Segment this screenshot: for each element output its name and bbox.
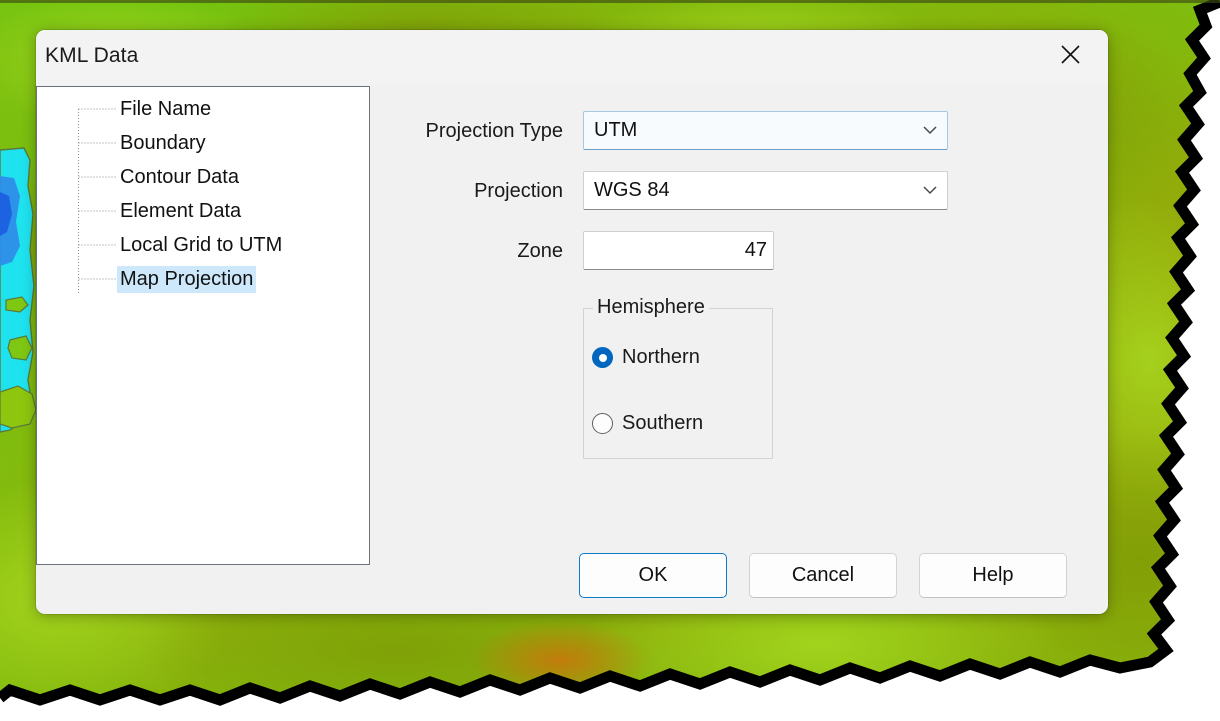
kml-sections-tree[interactable]: File Name Boundary Contour Data Element … bbox=[36, 86, 370, 565]
tree-item-file-name[interactable]: File Name bbox=[117, 96, 214, 123]
projection-type-dropdown[interactable]: UTM bbox=[583, 111, 948, 150]
radio-southern[interactable]: Southern bbox=[592, 412, 703, 435]
projection-dropdown[interactable]: WGS 84 bbox=[583, 171, 948, 210]
dialog-titlebar: KML Data bbox=[36, 30, 1108, 85]
tree-connector-lines bbox=[78, 108, 117, 293]
tree-item-label: Map Projection bbox=[120, 268, 254, 290]
tree-item-label: Contour Data bbox=[120, 166, 239, 188]
tree-item-label: Local Grid to UTM bbox=[120, 234, 283, 256]
projection-type-value: UTM bbox=[594, 119, 638, 141]
hemisphere-legend-label: Hemisphere bbox=[593, 296, 709, 319]
cancel-button[interactable]: Cancel bbox=[749, 553, 897, 598]
tree-item-element-data[interactable]: Element Data bbox=[117, 198, 244, 225]
close-icon[interactable] bbox=[1041, 30, 1099, 78]
page-title: KML Data bbox=[45, 44, 139, 67]
help-button[interactable]: Help bbox=[919, 553, 1067, 598]
tree-item-label: Element Data bbox=[120, 200, 242, 222]
radio-northern[interactable]: Northern bbox=[592, 346, 700, 369]
chevron-down-icon bbox=[913, 126, 947, 135]
kml-data-dialog: KML Data File Name Boundary Contour Data… bbox=[36, 30, 1108, 614]
tree-item-label: File Name bbox=[120, 98, 212, 120]
tree-item-contour-data[interactable]: Contour Data bbox=[117, 164, 242, 191]
tree-item-label: Boundary bbox=[120, 132, 206, 154]
projection-label: Projection bbox=[474, 180, 563, 202]
chevron-down-icon bbox=[913, 186, 947, 195]
screen: KML Data File Name Boundary Contour Data… bbox=[0, 0, 1220, 721]
zone-input[interactable]: 47 bbox=[583, 231, 774, 270]
tree-item-boundary[interactable]: Boundary bbox=[117, 130, 209, 157]
radio-selected-icon bbox=[592, 347, 613, 368]
radio-unselected-icon bbox=[592, 413, 613, 434]
tree-item-local-grid-to-utm[interactable]: Local Grid to UTM bbox=[117, 232, 285, 259]
zone-label: Zone bbox=[517, 240, 563, 262]
hemisphere-groupbox bbox=[583, 308, 773, 459]
projection-type-label: Projection Type bbox=[425, 120, 564, 142]
ok-button[interactable]: OK bbox=[579, 553, 727, 598]
tree-item-map-projection[interactable]: Map Projection bbox=[117, 266, 257, 293]
projection-value: WGS 84 bbox=[594, 179, 670, 201]
radio-northern-label: Northern bbox=[622, 346, 700, 368]
radio-southern-label: Southern bbox=[622, 412, 704, 434]
